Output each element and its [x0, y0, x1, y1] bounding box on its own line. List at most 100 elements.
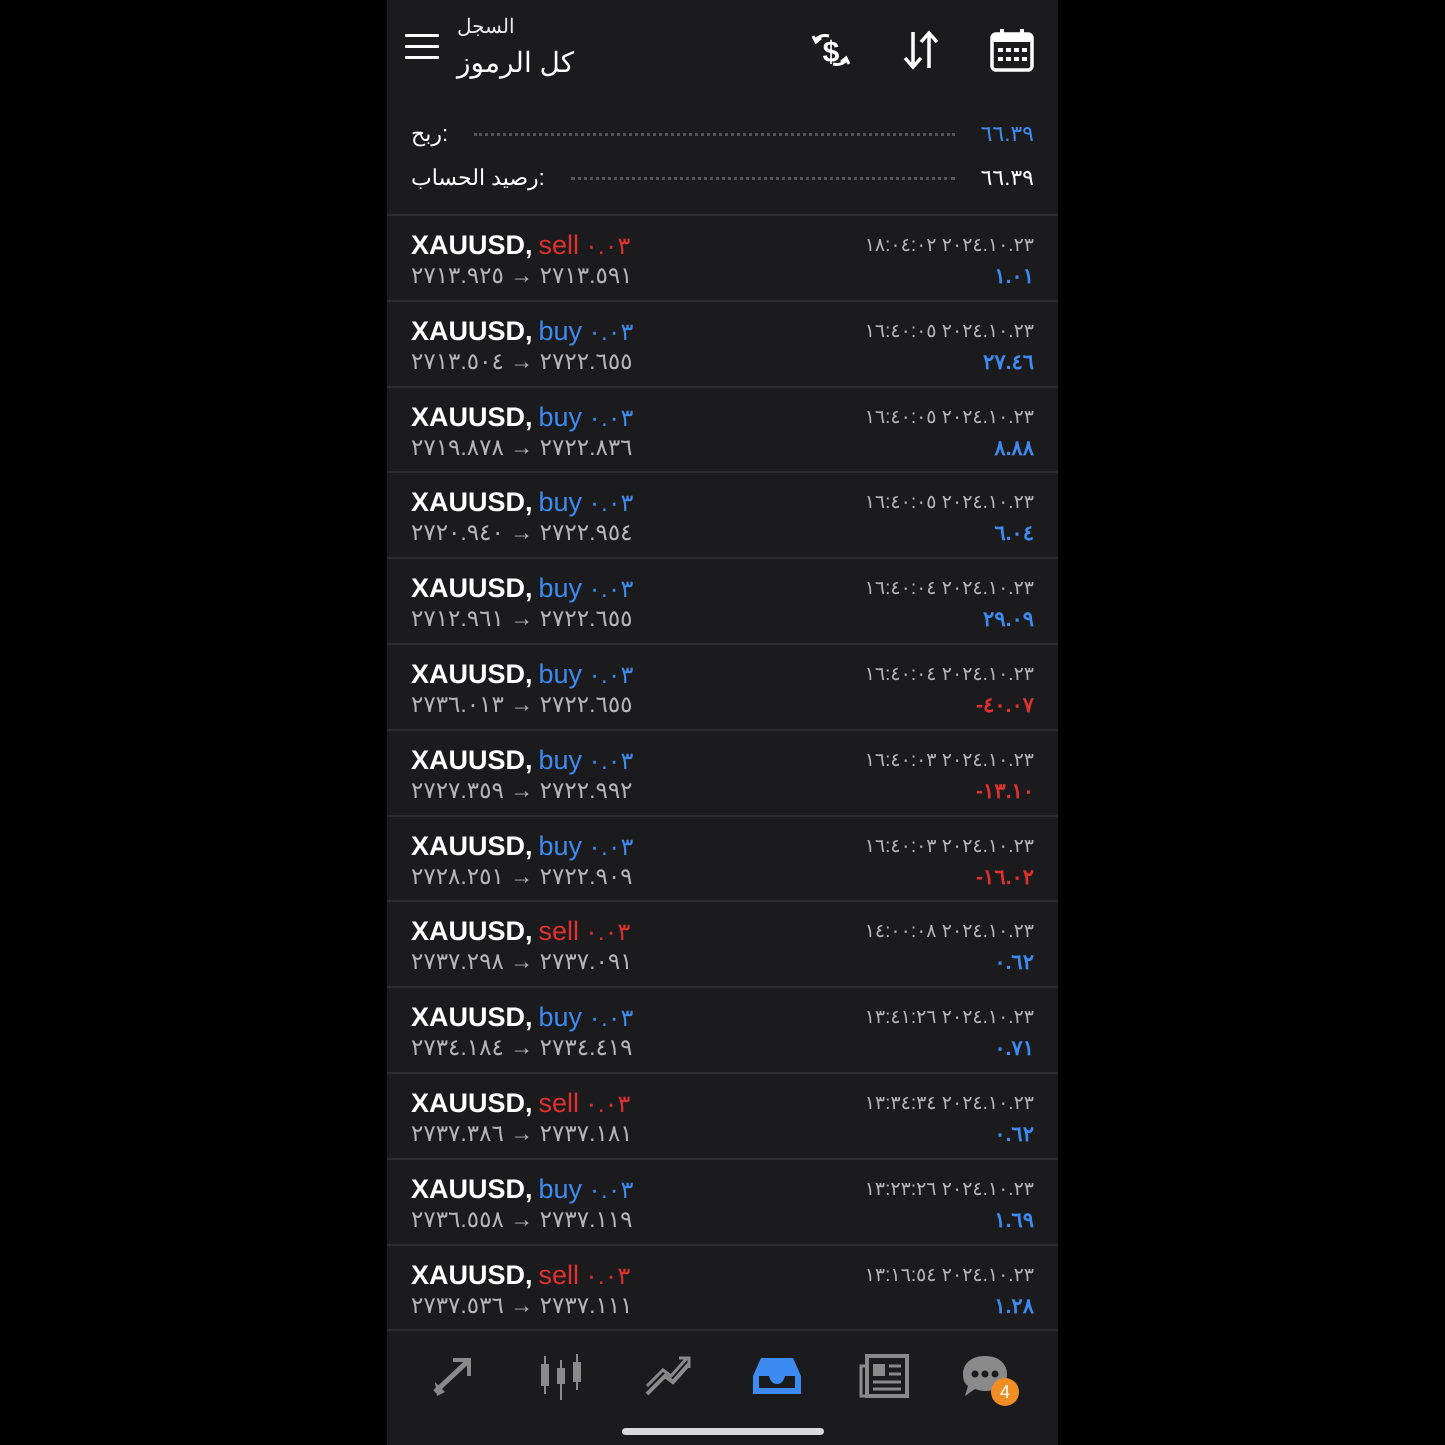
deal-row[interactable]: XAUUSD, buy ٠.٠٣ ٢٧٣٧.١١٩ → ٢٧٣٦.٥٥٨ ٢٠٢٤.١٠… [387, 1160, 1058, 1246]
close-price: ٢٧٣٦.٠١٣ [411, 690, 504, 717]
deal-symbol-line: XAUUSD, buy ٠.٠٣ [411, 1174, 633, 1205]
arrow-right-icon: → [510, 262, 534, 288]
deal-time: ٢٠٢٤.١٠.٢٣ ١٦:٤٠:٠٥ [864, 406, 1034, 428]
messages-icon[interactable]: 4 [959, 1352, 1019, 1406]
open-price: ٢٧٣٧.١١١ [539, 1291, 633, 1318]
deal-time: ٢٠٢٤.١٠.٢٣ ١٦:٤٠:٠٤ [864, 578, 1034, 600]
arrow-right-icon: → [510, 347, 534, 374]
deal-symbol-line: XAUUSD, buy ٠.٠٣ [411, 402, 633, 433]
close-price: ٢٧١٣.٥٠٤ [411, 347, 504, 374]
deal-profit: ١.٦٩ [994, 1208, 1034, 1232]
deal-volume: ٠.٠٣ [588, 318, 634, 346]
deal-time: ٢٠٢٤.١٠.٢٣ ١٦:٤٠:٠٥ [864, 492, 1034, 514]
deal-volume: ٠.٠٣ [588, 747, 634, 775]
quotes-icon[interactable] [535, 1352, 587, 1400]
dotted-leader [570, 176, 955, 180]
arrow-right-icon: → [510, 862, 534, 889]
deal-prices: ٢٧٢٢.٩٩٢ → ٢٧٢٧.٣٥٩ [411, 777, 633, 804]
deal-symbol: XAUUSD, [411, 230, 533, 260]
deal-profit: ٠.٦٢ [994, 951, 1034, 975]
deal-profit: -١٦.٠٢ [976, 865, 1034, 889]
open-price: ٢٧٢٢.٩٠٩ [539, 862, 633, 889]
open-price: ٢٧٣٤.٤١٩ [539, 1034, 633, 1061]
deal-profit: ٢٩.٠٩ [983, 608, 1034, 632]
calendar-icon[interactable] [988, 26, 1036, 74]
arrow-right-icon: → [510, 1291, 534, 1318]
deal-side: sell [538, 1259, 580, 1290]
arrow-right-icon: → [510, 690, 534, 717]
deal-row[interactable]: XAUUSD, sell ٠.٠٣ ٢٧٣٧.١١١ → ٢٧٣٧.٥٣٦ ٢٠٢٤.١… [387, 1246, 1058, 1332]
deal-volume: ٠.٠٣ [588, 833, 634, 861]
deal-profit: ١.٠١ [994, 265, 1034, 288]
deal-volume: ٠.٠٣ [585, 233, 631, 260]
deal-side: buy [538, 1002, 583, 1033]
deal-symbol: XAUUSD, [411, 658, 533, 689]
menu-icon[interactable] [405, 34, 439, 64]
deal-symbol-line: XAUUSD, sell ٠.٠٣ [411, 230, 630, 261]
deal-side: sell [538, 230, 580, 260]
deal-prices: ٢٧٢٢.٩٠٩ → ٢٧٢٨.٢٥١ [411, 863, 633, 890]
deposit-withdraw-icon[interactable]: $ [807, 26, 855, 74]
symbol-filter[interactable]: كل الرموز [457, 46, 574, 79]
deal-prices: ٢٧٢٢.٦٥٥ → ٢٧١٣.٥٠٤ [411, 348, 633, 375]
deal-row[interactable]: XAUUSD, buy ٠.٠٣ ٢٧٣٤.٤١٩ → ٢٧٣٤.١٨٤ ٢٠٢٤.١٠… [387, 988, 1058, 1074]
balance-row: رصيد الحساب: ٦٦.٣٩ [411, 158, 1034, 198]
deal-time: ٢٠٢٤.١٠.٢٣ ١٣:٣٤:٣٤ [864, 1092, 1034, 1114]
news-icon[interactable] [859, 1352, 911, 1400]
deal-row[interactable]: XAUUSD, sell ٠.٠٣ ٢٧٣٧.١٨١ → ٢٧٣٧.٣٨٦ ٢٠٢٤.١… [387, 1074, 1058, 1160]
deal-symbol-line: XAUUSD, buy ٠.٠٣ [411, 316, 633, 347]
deal-volume: ٠.٠٣ [588, 1005, 634, 1033]
deal-profit: ٦.٠٤ [994, 522, 1034, 546]
deal-row[interactable]: XAUUSD, buy ٠.٠٣ ٢٧٢٢.٦٥٥ → ٢٧١٣.٥٠٤ ٢٠٢٤.١٠… [387, 302, 1058, 388]
deal-time: ٢٠٢٤.١٠.٢٣ ١٨:٠٤:٠٢ [864, 235, 1034, 256]
deal-volume: ٠.٠٣ [585, 919, 631, 947]
deal-symbol: XAUUSD, [411, 1259, 533, 1290]
open-price: ٢٧٢٢.٦٥٥ [539, 690, 633, 717]
deal-symbol: XAUUSD, [411, 744, 533, 775]
close-price: ٢٧٣٧.٢٩٨ [411, 948, 504, 975]
deal-symbol: XAUUSD, [411, 1173, 533, 1204]
open-price: ٢٧٢٢.٨٣٦ [539, 433, 633, 460]
deal-symbol-line: XAUUSD, buy ٠.٠٣ [411, 745, 633, 776]
deal-row[interactable]: XAUUSD, buy ٠.٠٣ ٢٧٢٢.٦٥٥ → ٢٧١٢.٩٦١ ٢٠٢٤.١٠… [387, 559, 1058, 645]
deal-symbol-line: XAUUSD, buy ٠.٠٣ [411, 831, 633, 862]
dotted-leader [474, 132, 955, 136]
close-price: ٢٧٣٧.٥٣٦ [411, 1291, 504, 1318]
deal-row[interactable]: XAUUSD, buy ٠.٠٣ ٢٧٢٢.٨٣٦ → ٢٧١٩.٨٧٨ ٢٠٢٤.١٠… [387, 388, 1058, 474]
deal-volume: ٠.٠٣ [588, 490, 634, 518]
deal-row[interactable]: XAUUSD, sell ٠.٠٣ ٢٧١٣.٥٩١ → ٢٧١٣.٩٢٥ ٢٠٢٤.١… [387, 216, 1058, 302]
deal-row[interactable]: XAUUSD, buy ٠.٠٣ ٢٧٢٢.٩٥٤ → ٢٧٢٠.٩٤٠ ٢٠٢٤.١٠… [387, 473, 1058, 560]
deal-side: buy [538, 1173, 583, 1204]
close-price: ٢٧١٩.٨٧٨ [411, 433, 504, 460]
history-icon[interactable] [751, 1352, 803, 1400]
deal-row[interactable]: XAUUSD, buy ٠.٠٣ ٢٧٢٢.٩٠٩ → ٢٧٢٨.٢٥١ ٢٠٢٤.١٠… [387, 817, 1058, 903]
deal-symbol-line: XAUUSD, buy ٠.٠٣ [411, 1002, 633, 1033]
deal-row[interactable]: XAUUSD, sell ٠.٠٣ ٢٧٣٧.٠٩١ → ٢٧٣٧.٢٩٨ ٢٠٢٤.١… [387, 902, 1058, 989]
arrow-right-icon: → [510, 605, 534, 632]
sort-icon[interactable] [897, 26, 945, 74]
deal-row[interactable]: XAUUSD, buy ٠.٠٣ ٢٧٢٢.٦٥٥ → ٢٧٣٦.٠١٣ ٢٠٢٤.١٠… [387, 645, 1058, 731]
close-price: ٢٧١٢.٩٦١ [411, 605, 504, 632]
close-price: ٢٧٢٠.٩٤٠ [411, 519, 504, 546]
arrow-right-icon: → [510, 948, 534, 975]
arrow-right-icon: → [510, 776, 534, 803]
profit-value: ٦٦.٣٩ [980, 121, 1034, 146]
chart-icon[interactable] [643, 1352, 695, 1400]
deal-side: sell [538, 916, 580, 947]
deals-list: XAUUSD, sell ٠.٠٣ ٢٧١٣.٥٩١ → ٢٧١٣.٩٢٥ ٢٠٢٤.١… [387, 216, 1058, 1332]
open-price: ٢٧١٣.٥٩١ [539, 262, 633, 288]
deal-row[interactable]: XAUUSD, buy ٠.٠٣ ٢٧٢٢.٩٩٢ → ٢٧٢٧.٣٥٩ ٢٠٢٤.١٠… [387, 731, 1058, 817]
deal-symbol: XAUUSD, [411, 573, 533, 604]
close-price: ٢٧٢٧.٣٥٩ [411, 776, 504, 803]
deal-time: ٢٠٢٤.١٠.٢٣ ١٣:٤١:٢٦ [864, 1007, 1034, 1029]
home-indicator[interactable] [622, 1428, 824, 1435]
top-bar: السجل كل الرموز $ [387, 0, 1058, 100]
deal-symbol: XAUUSD, [411, 1087, 533, 1118]
deal-symbol-line: XAUUSD, sell ٠.٠٣ [411, 1088, 630, 1119]
trade-icon[interactable] [427, 1352, 479, 1400]
deal-symbol: XAUUSD, [411, 916, 533, 947]
arrow-right-icon: → [510, 1119, 534, 1146]
deal-prices: ٢٧٣٤.٤١٩ → ٢٧٣٤.١٨٤ [411, 1034, 633, 1061]
deal-profit: ٨.٨٨ [994, 436, 1034, 460]
deal-symbol-line: XAUUSD, buy ٠.٠٣ [411, 487, 633, 518]
